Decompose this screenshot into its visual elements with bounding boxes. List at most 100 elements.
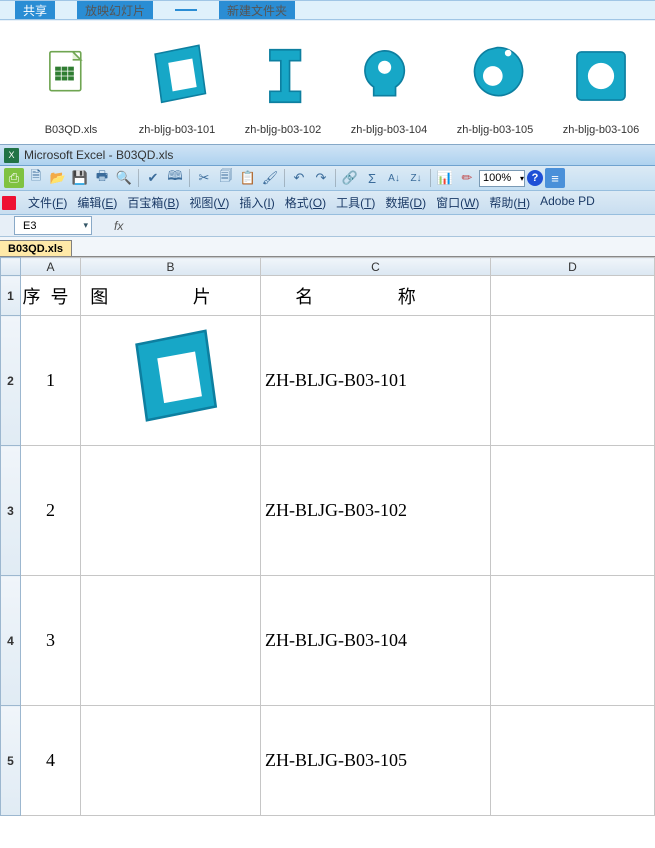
file-item[interactable]: zh-bljg-b03-101 bbox=[124, 31, 230, 136]
row-head-5[interactable]: 5 bbox=[1, 706, 21, 816]
zoom-combo[interactable]: 100%▾ bbox=[479, 170, 525, 187]
cell-D[interactable] bbox=[491, 706, 655, 816]
file-caption: zh-bljg-b03-104 bbox=[336, 124, 442, 136]
toolbar-chart-icon[interactable]: 📊 bbox=[435, 168, 455, 188]
file-item[interactable]: zh-bljg-b03-106 bbox=[548, 31, 654, 136]
excel-titlebar: X Microsoft Excel - B03QD.xls bbox=[0, 144, 655, 166]
xls-icon bbox=[18, 31, 124, 121]
cell-D1[interactable] bbox=[491, 276, 655, 316]
explorer-ribbon: 共享 放映幻灯片 新建文件夹 bbox=[0, 0, 655, 20]
cell-name[interactable]: ZH-BLJG-B03-104 bbox=[261, 576, 491, 706]
file-caption: zh-bljg-b03-102 bbox=[230, 124, 336, 136]
newfolder-button[interactable]: 新建文件夹 bbox=[219, 1, 295, 20]
part-hook-icon bbox=[336, 31, 442, 121]
table-row: 54 ZH-BLJG-B03-105 bbox=[1, 706, 655, 816]
menu-item[interactable]: 工具(T) bbox=[336, 194, 375, 211]
cell-seq[interactable]: 3 bbox=[21, 576, 81, 706]
menu-item[interactable]: 插入(I) bbox=[239, 194, 274, 211]
cell-picture[interactable] bbox=[81, 446, 261, 576]
cell-name[interactable]: ZH-BLJG-B03-101 bbox=[261, 316, 491, 446]
sheet-tab-active[interactable]: B03QD.xls bbox=[0, 240, 72, 256]
toolbar-sum-icon[interactable]: Σ bbox=[362, 168, 382, 188]
part-teard-icon bbox=[442, 31, 548, 121]
col-head-D[interactable]: D bbox=[491, 258, 655, 276]
menu-item[interactable]: 编辑(E) bbox=[77, 194, 117, 211]
toolbar-draw-icon[interactable]: ✏ bbox=[457, 168, 477, 188]
file-caption: zh-bljg-b03-106 bbox=[548, 124, 654, 136]
toolbar-copy-icon[interactable]: 🗐 bbox=[216, 168, 236, 188]
toolbar-sort-asc-icon[interactable]: A↓ bbox=[384, 168, 404, 188]
file-item[interactable]: zh-bljg-b03-104 bbox=[336, 31, 442, 136]
help-icon[interactable]: ? bbox=[527, 170, 543, 186]
select-all-corner[interactable] bbox=[1, 258, 21, 276]
row-head-4[interactable]: 4 bbox=[1, 576, 21, 706]
excel-menubar: 文件(F) 编辑(E) 百宝箱(B) 视图(V) 插入(I) 格式(O) 工具(T) 数据(D… bbox=[0, 191, 655, 215]
table-row: 32 ZH-BLJG-B03-102 bbox=[1, 446, 655, 576]
part-ring-icon bbox=[548, 31, 654, 121]
header-pic: 图 片 bbox=[81, 276, 261, 316]
excel-toolbar: ⎙ 🗎 📂 💾 🖶 🔍 ✔ 🕮 ✂ 🗐 📋 🖌 ↶ ↷ 🔗 Σ A↓ Z↓ 📊 … bbox=[0, 166, 655, 191]
cell-seq[interactable]: 4 bbox=[21, 706, 81, 816]
file-item[interactable]: zh-bljg-b03-105 bbox=[442, 31, 548, 136]
cell-name[interactable]: ZH-BLJG-B03-102 bbox=[261, 446, 491, 576]
toolbar-undo-icon[interactable]: ↶ bbox=[289, 168, 309, 188]
toolbar-paste-icon[interactable]: 📋 bbox=[238, 168, 258, 188]
menu-item[interactable]: 帮助(H) bbox=[489, 194, 530, 211]
toolbar-sort-desc-icon[interactable]: Z↓ bbox=[406, 168, 426, 188]
slideshow-button[interactable]: 放映幻灯片 bbox=[77, 1, 153, 20]
spreadsheet[interactable]: ABCD 1 序号 图 片 名 称 21ZH-BLJG-B03-10132ZH-… bbox=[0, 257, 655, 816]
menu-item[interactable]: 文件(F) bbox=[28, 194, 67, 211]
share-tab[interactable]: 共享 bbox=[15, 1, 55, 20]
row-head-1[interactable]: 1 bbox=[1, 276, 21, 316]
cell-picture[interactable] bbox=[81, 576, 261, 706]
col-head-C[interactable]: C bbox=[261, 258, 491, 276]
toolbar-extra-icon[interactable]: ≡ bbox=[545, 168, 565, 188]
toolbar-new-icon[interactable]: 🗎 bbox=[26, 168, 46, 188]
cell-seq[interactable]: 1 bbox=[21, 316, 81, 446]
toolbar-spell-icon[interactable]: ✔ bbox=[143, 168, 163, 188]
menu-item[interactable]: 百宝箱(B) bbox=[127, 194, 179, 211]
sheet-tab-strip: B03QD.xls bbox=[0, 237, 655, 257]
cell-name[interactable]: ZH-BLJG-B03-105 bbox=[261, 706, 491, 816]
file-caption: zh-bljg-b03-101 bbox=[124, 124, 230, 136]
menu-item[interactable]: 视图(V) bbox=[189, 194, 229, 211]
toolbar-research-icon[interactable]: 🕮 bbox=[165, 168, 185, 188]
cell-picture[interactable] bbox=[81, 316, 261, 446]
col-head-B[interactable]: B bbox=[81, 258, 261, 276]
file-caption: zh-bljg-b03-105 bbox=[442, 124, 548, 136]
toolbar-preview-icon[interactable]: 🔍 bbox=[114, 168, 134, 188]
file-item[interactable]: B03QD.xls bbox=[18, 31, 124, 136]
part-plate-icon bbox=[124, 31, 230, 121]
menu-item[interactable]: Adobe PD bbox=[540, 194, 595, 211]
explorer-file-pane[interactable]: B03QD.xls zh-bljg-b03-101 zh-bljg-b03-10… bbox=[0, 20, 655, 144]
row-head-2[interactable]: 2 bbox=[1, 316, 21, 446]
menu-item[interactable]: 窗口(W) bbox=[436, 194, 479, 211]
fx-label[interactable]: fx bbox=[114, 219, 123, 233]
toolbar-redo-icon[interactable]: ↷ bbox=[311, 168, 331, 188]
part-uchan-icon bbox=[230, 31, 336, 121]
header-seq: 序号 bbox=[21, 276, 81, 316]
cell-D[interactable] bbox=[491, 316, 655, 446]
toolbar-open-icon[interactable]: ⎙ bbox=[4, 168, 24, 188]
toolbar-print-icon[interactable]: 🖶 bbox=[92, 168, 112, 188]
toolbar-cut-icon[interactable]: ✂ bbox=[194, 168, 214, 188]
toolbar-format-icon[interactable]: 🖌 bbox=[260, 168, 280, 188]
row-head-3[interactable]: 3 bbox=[1, 446, 21, 576]
formula-bar: E3 fx bbox=[0, 215, 655, 237]
start-icon[interactable] bbox=[2, 196, 16, 210]
cell-picture[interactable] bbox=[81, 706, 261, 816]
toolbar-save-icon[interactable]: 💾 bbox=[70, 168, 90, 188]
excel-app-icon: X bbox=[4, 148, 19, 163]
cell-seq[interactable]: 2 bbox=[21, 446, 81, 576]
table-row: 21 ZH-BLJG-B03-101 bbox=[1, 316, 655, 446]
menu-item[interactable]: 格式(O) bbox=[285, 194, 326, 211]
menu-item[interactable]: 数据(D) bbox=[385, 194, 426, 211]
file-caption: B03QD.xls bbox=[18, 124, 124, 136]
file-item[interactable]: zh-bljg-b03-102 bbox=[230, 31, 336, 136]
name-box[interactable]: E3 bbox=[14, 216, 92, 235]
cell-D[interactable] bbox=[491, 576, 655, 706]
col-head-A[interactable]: A bbox=[21, 258, 81, 276]
toolbar-link-icon[interactable]: 🔗 bbox=[340, 168, 360, 188]
toolbar-open2-icon[interactable]: 📂 bbox=[48, 168, 68, 188]
cell-D[interactable] bbox=[491, 446, 655, 576]
